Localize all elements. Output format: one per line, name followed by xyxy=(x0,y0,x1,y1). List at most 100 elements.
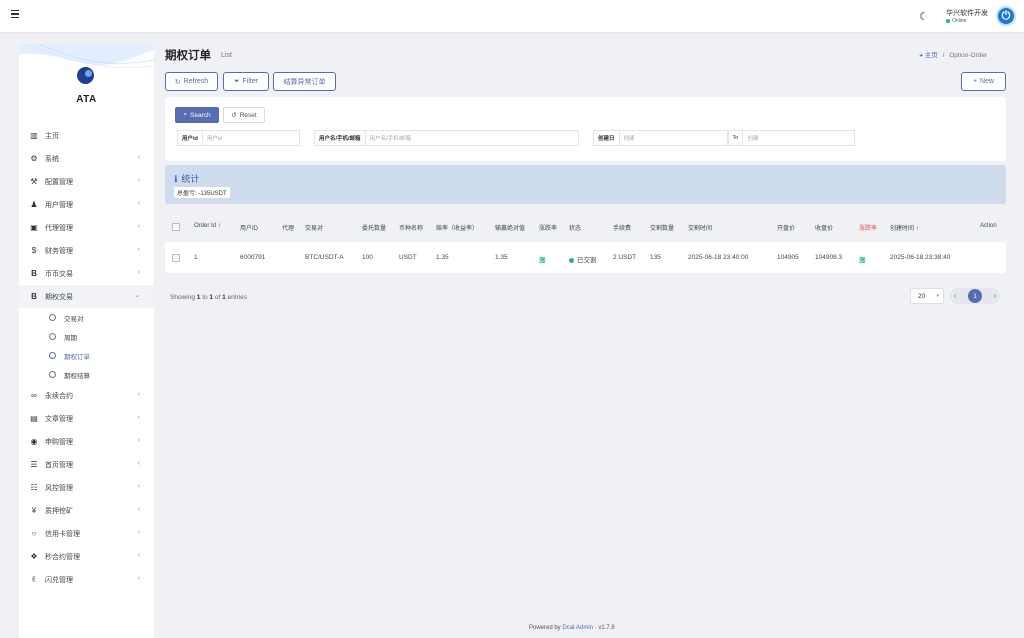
sidebar-item-config[interactable]: ⚒ 配置管理 ‹ xyxy=(19,170,154,193)
created-date-label: 创建日 xyxy=(593,130,619,146)
logo-icon xyxy=(77,67,94,84)
cell-created-at: 2025-06-18 23:38:40 xyxy=(890,254,951,261)
logo-text: ATA xyxy=(76,94,97,105)
sidebar-item-label: 主页 xyxy=(45,132,59,140)
sidebar-item-risk[interactable]: ☷ 风控管理 ‹ xyxy=(19,476,154,499)
search-button[interactable]: ⌕ Search xyxy=(175,107,219,123)
cell-close-price: 104908.3 xyxy=(815,254,843,261)
chevron-left-icon: ‹ xyxy=(137,177,140,184)
chevron-left-icon: ‹ xyxy=(137,269,140,276)
sidebar-item-homepage[interactable]: ☰ 首页管理 ‹ xyxy=(19,453,154,476)
sidebar-item-label: 配置管理 xyxy=(45,178,73,186)
sidebar-item-label: 文章管理 xyxy=(45,415,73,423)
footer-brand-link[interactable]: Dcat Admin xyxy=(562,625,593,631)
user-id-input[interactable]: 用户id xyxy=(201,130,300,146)
sidebar-subitem-option-orders[interactable]: 期权订单 xyxy=(19,346,154,365)
pagination: ‹ 1 › xyxy=(950,288,1000,304)
power-icon[interactable]: ⏻ xyxy=(996,6,1016,26)
moon-icon[interactable]: ☾ xyxy=(919,10,929,23)
sidebar-item-flash-exchange[interactable]: ✌ 闪兑管理 ‹ xyxy=(19,568,154,591)
sidebar-subitem-pairs[interactable]: 交易对 xyxy=(19,308,154,327)
search-label: Search xyxy=(190,111,211,119)
cell-delivered-qty: 135 xyxy=(650,254,661,261)
cell-open-price: 104905 xyxy=(777,254,799,261)
sidebar-item-label: 财务管理 xyxy=(45,247,73,255)
sidebar-subitem-periods[interactable]: 周期 xyxy=(19,327,154,346)
username-input[interactable]: 用户名/手机/邮箱 xyxy=(364,130,579,146)
col-action: Action xyxy=(980,223,997,229)
sidebar-item-articles[interactable]: ▤ 文章管理 ‹ xyxy=(19,407,154,430)
sidebar-item-agents[interactable]: ▣ 代理管理 ‹ xyxy=(19,216,154,239)
filter-icon: ⏷ xyxy=(233,77,240,85)
refresh-button[interactable]: ↻ Refresh xyxy=(165,72,218,91)
sidebar-item-perpetual[interactable]: ∞ 永续合约 ‹ xyxy=(19,384,154,407)
col-order-id[interactable]: Order Id ↑ xyxy=(194,223,221,229)
sidebar-item-options-trading[interactable]: B 期权交易 ⌄ xyxy=(19,285,154,308)
table-header: Order Id ↑ 用户ID 代理 交易对 委托数量 币种名称 赔率（收益率）… xyxy=(165,212,1006,242)
sidebar-item-home[interactable]: ▥ 主页 xyxy=(19,124,154,147)
sidebar-item-users[interactable]: ♟ 用户管理 ‹ xyxy=(19,193,154,216)
circle-icon xyxy=(49,352,56,359)
sidebar-item-label: 闪兑管理 xyxy=(45,576,73,584)
plus-icon: + xyxy=(972,78,978,85)
sort-icon: ↑ xyxy=(915,226,919,232)
col-created-at[interactable]: 创建时间 ↑ xyxy=(890,223,919,232)
circle-icon xyxy=(49,333,56,340)
user-name[interactable]: 华兴软件开发 xyxy=(946,8,988,18)
cell-user-id: 6000791 xyxy=(240,254,266,261)
new-button[interactable]: + New xyxy=(961,72,1006,91)
info-icon: ℹ xyxy=(174,174,178,184)
yen-icon: ¥ xyxy=(31,506,37,515)
reset-button[interactable]: ↺ Reset xyxy=(223,107,265,123)
sidebar-item-spot-trading[interactable]: B 币币交易 ‹ xyxy=(19,262,154,285)
showing-to: 1 xyxy=(209,294,214,301)
cell-coin: USDT xyxy=(399,254,417,261)
select-all-checkbox[interactable] xyxy=(172,223,180,231)
hamburger-icon[interactable] xyxy=(11,10,19,19)
created-date-start-input[interactable]: 创建 xyxy=(618,130,728,146)
per-page-select[interactable]: 20 ▾ xyxy=(910,288,944,304)
filter-button[interactable]: ⏷ Filter xyxy=(223,72,269,91)
sidebar-item-staking[interactable]: ¥ 质押挖矿 ‹ xyxy=(19,499,154,522)
sidebar-item-finance[interactable]: $ 财务管理 ‹ xyxy=(19,239,154,262)
sidebar-item-label: 代理管理 xyxy=(45,224,73,232)
users-icon: ♟ xyxy=(30,200,38,209)
next-page-button[interactable]: › xyxy=(994,293,996,300)
id-card-icon: ▣ xyxy=(30,223,38,232)
chevron-left-icon: ‹ xyxy=(137,391,140,398)
created-date-filter: 创建日 创建 To 创建 xyxy=(593,130,856,146)
showing-to-word: to xyxy=(202,294,208,301)
row-checkbox[interactable] xyxy=(172,254,180,262)
cell-delivery-time: 2025-06-18 23:40:00 xyxy=(688,254,749,261)
prev-page-button[interactable]: ‹ xyxy=(954,293,956,300)
sidebar-item-label: 用户管理 xyxy=(45,201,73,209)
bitcoin-icon: B xyxy=(31,292,37,301)
sidebar-subitem-option-settlement[interactable]: 期权结算 xyxy=(19,365,154,384)
date-to-label: To xyxy=(727,130,743,146)
cell-status: 已交割 xyxy=(569,254,597,264)
circle-icon xyxy=(49,314,56,321)
created-date-end-input[interactable]: 创建 xyxy=(742,130,856,146)
status-dot xyxy=(569,257,574,263)
sidebar-item-subscription[interactable]: ◉ 申购管理 ‹ xyxy=(19,430,154,453)
col-fee: 手续费 xyxy=(613,226,632,232)
orders-table: Order Id ↑ 用户ID 代理 交易对 委托数量 币种名称 赔率（收益率）… xyxy=(165,212,1006,273)
sidebar-item-system[interactable]: ⚙ 系统 ‹ xyxy=(19,147,154,170)
page-button-current[interactable]: 1 xyxy=(968,289,982,303)
user-id-filter: 用户id 用户id xyxy=(177,130,300,146)
sidebar-item-label: 秒合约管理 xyxy=(45,553,80,561)
sidebar-subitem-label: 周期 xyxy=(64,334,77,342)
settle-abnormal-button[interactable]: 结算异常订单 xyxy=(273,72,336,91)
wrench-icon: ⚒ xyxy=(30,177,38,186)
footer: Powered by Dcat Admin · v1.7.8 xyxy=(529,625,615,631)
breadcrumb-home[interactable]: ◕ 主页 xyxy=(919,52,938,59)
chevron-left-icon: ‹ xyxy=(137,246,140,253)
sidebar-item-label: 永续合约 xyxy=(45,392,73,400)
col-coin: 币种名称 xyxy=(399,226,424,232)
stats-title-label: 统计 xyxy=(181,174,200,184)
sidebar-item-credit-card[interactable]: ○ 信用卡管理 ‹ xyxy=(19,522,154,545)
sidebar-item-second-contract[interactable]: ❖ 秒合约管理 ‹ xyxy=(19,545,154,568)
bitcoin-icon: B xyxy=(31,269,37,278)
cell-pair: BTC/USDT-A xyxy=(305,254,344,261)
chevron-left-icon: ‹ xyxy=(137,414,140,421)
